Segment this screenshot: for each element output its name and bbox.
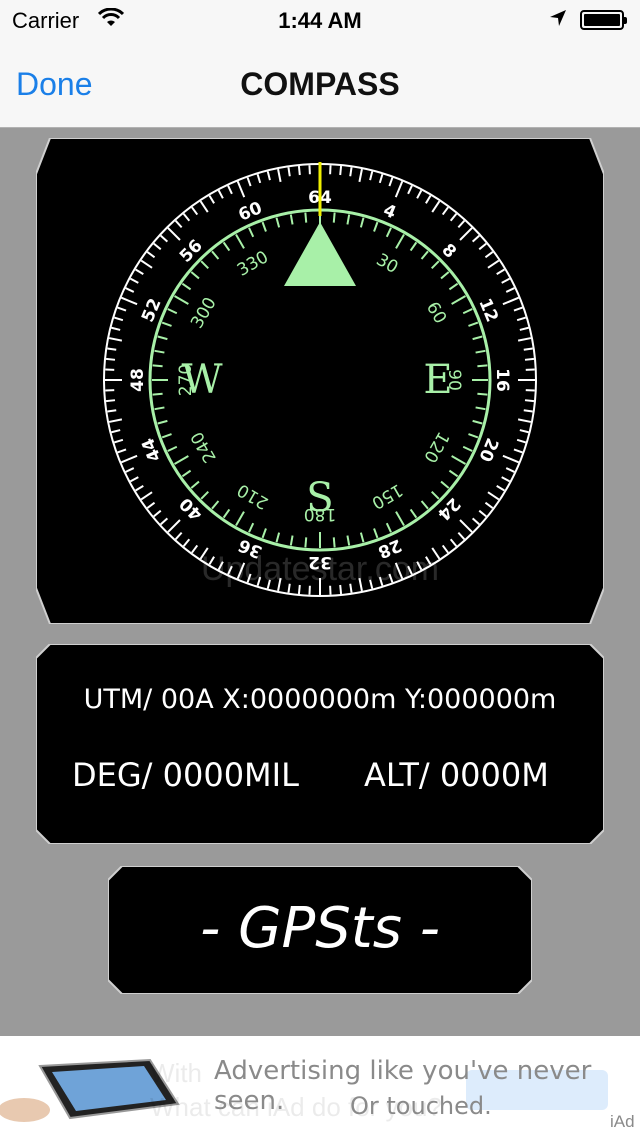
battery-icon	[580, 10, 627, 30]
gps-status-text: - GPSts -	[200, 896, 440, 961]
outer-tick-label: 48	[128, 368, 148, 392]
inner-tick	[477, 364, 488, 368]
status-time: 1:44 AM	[278, 8, 362, 33]
readout-panel: UTM/ 00A X:0000000m Y:000000m DEG/ 0000M…	[36, 644, 604, 844]
inner-tick	[152, 364, 163, 368]
inner-tick	[152, 392, 163, 396]
inner-tick	[304, 537, 308, 548]
outer-tick	[523, 409, 533, 413]
location-arrow-icon	[548, 8, 568, 34]
outer-tick	[105, 399, 116, 403]
outer-tick	[287, 167, 291, 177]
outer-tick	[523, 347, 533, 351]
deg-readout: DEG/ 0000MIL	[72, 756, 299, 794]
navigation-bar: Done COMPASS	[0, 40, 640, 128]
outer-tick	[297, 165, 301, 176]
cardinal-east: E	[423, 357, 452, 403]
compass-panel: 6448121620242832364044485256603060901201…	[36, 138, 604, 624]
page-title: COMPASS	[240, 66, 400, 102]
watermark-text: Updatestar.com	[200, 550, 440, 588]
ad-ghost-text: With	[150, 1058, 202, 1088]
iad-badge: iAd	[610, 1112, 635, 1131]
outer-tick-label: 16	[492, 368, 512, 392]
outer-tick	[107, 347, 117, 351]
inner-tick	[477, 392, 488, 396]
cardinal-west: W	[181, 357, 222, 403]
utm-readout: UTM/ 00A X:0000000m Y:000000m	[83, 684, 557, 715]
inner-tick	[304, 212, 308, 223]
outer-tick	[105, 357, 116, 361]
inner-tick	[332, 212, 336, 223]
outer-tick	[524, 357, 535, 361]
ad-subline: Or touched.	[350, 1092, 492, 1120]
gps-status-panel: - GPSts -	[108, 866, 532, 994]
status-bar: Carrier 1:44 AM	[0, 0, 640, 40]
cardinal-south: S	[306, 475, 333, 521]
iad-banner[interactable]: With What can iAd do for you? Advertisin…	[0, 1036, 640, 1136]
outer-tick	[524, 399, 535, 403]
alt-readout: ALT/ 0000M	[364, 756, 549, 794]
outer-tick	[349, 167, 353, 177]
inner-tick	[332, 537, 336, 548]
outer-tick	[339, 165, 343, 176]
outer-tick	[107, 409, 117, 413]
